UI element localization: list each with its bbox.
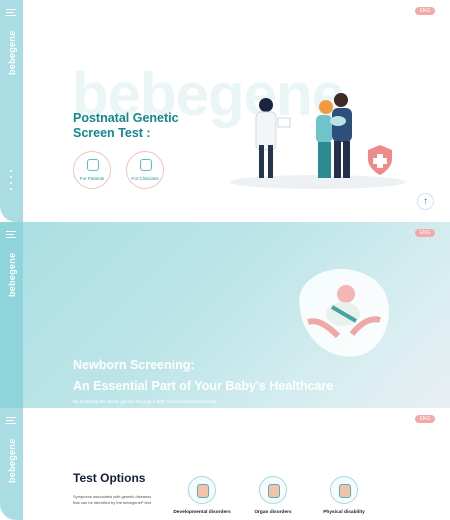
for-patients-button[interactable]: For Patients bbox=[73, 151, 111, 189]
scroll-up-button[interactable]: ↑ bbox=[417, 193, 434, 210]
menu-icon[interactable] bbox=[6, 231, 16, 238]
brand-logo[interactable]: bebegene bbox=[7, 31, 17, 75]
menu-icon[interactable] bbox=[6, 9, 16, 16]
page-title: Postnatal Genetic Screen Test : bbox=[73, 111, 179, 140]
option-physical-disability[interactable]: Physical disability bbox=[314, 476, 374, 515]
test-options-text: Symptoms associated with genetic disease… bbox=[73, 494, 152, 505]
option-developmental-disorders[interactable]: Developmental disorders bbox=[172, 476, 232, 515]
option-organ-disorders[interactable]: Organ disorders bbox=[243, 476, 303, 515]
title-line-2: An Essential Part of Your Baby's Healthc… bbox=[73, 379, 334, 394]
section-text: By analyzing the whole genetic through a… bbox=[73, 399, 218, 404]
option-label: Physical disability bbox=[323, 510, 365, 515]
developmental-icon bbox=[188, 476, 216, 504]
section-title: Newborn Screening: An Essential Part of … bbox=[73, 355, 333, 398]
sidebar: bebegene bbox=[0, 408, 23, 520]
clinicians-icon bbox=[140, 159, 152, 171]
organ-icon bbox=[259, 476, 287, 504]
menu-icon[interactable] bbox=[6, 417, 16, 424]
brand-logo[interactable]: bebegene bbox=[7, 439, 17, 483]
brand-logo[interactable]: bebegene bbox=[7, 253, 17, 297]
newborn-screening-section: bebegene ENG Newborn Screening: An Essen… bbox=[0, 222, 450, 408]
language-badge[interactable]: ENG bbox=[415, 7, 435, 15]
for-clinicians-label: For Clinicians bbox=[131, 176, 159, 181]
hero-section: bebegene ENG bebegene Postnatal Genetic … bbox=[0, 0, 450, 222]
section-dots[interactable] bbox=[10, 170, 12, 190]
sidebar: bebegene bbox=[0, 222, 23, 408]
title-line-1: Newborn Screening: bbox=[73, 358, 195, 372]
sidebar: bebegene bbox=[0, 0, 23, 222]
language-badge[interactable]: ENG bbox=[415, 415, 435, 423]
option-label: Organ disorders bbox=[254, 510, 292, 515]
for-patients-label: For Patients bbox=[79, 176, 105, 181]
option-label: Developmental disorders bbox=[173, 510, 231, 515]
patients-icon bbox=[87, 159, 99, 171]
language-badge[interactable]: ENG bbox=[415, 229, 435, 237]
newborn-hands-illustration bbox=[299, 268, 389, 357]
test-options-title: Test Options bbox=[73, 471, 146, 485]
wheelchair-icon bbox=[330, 476, 358, 504]
family-doctor-illustration bbox=[230, 93, 406, 189]
for-clinicians-button[interactable]: For Clinicians bbox=[126, 151, 164, 189]
